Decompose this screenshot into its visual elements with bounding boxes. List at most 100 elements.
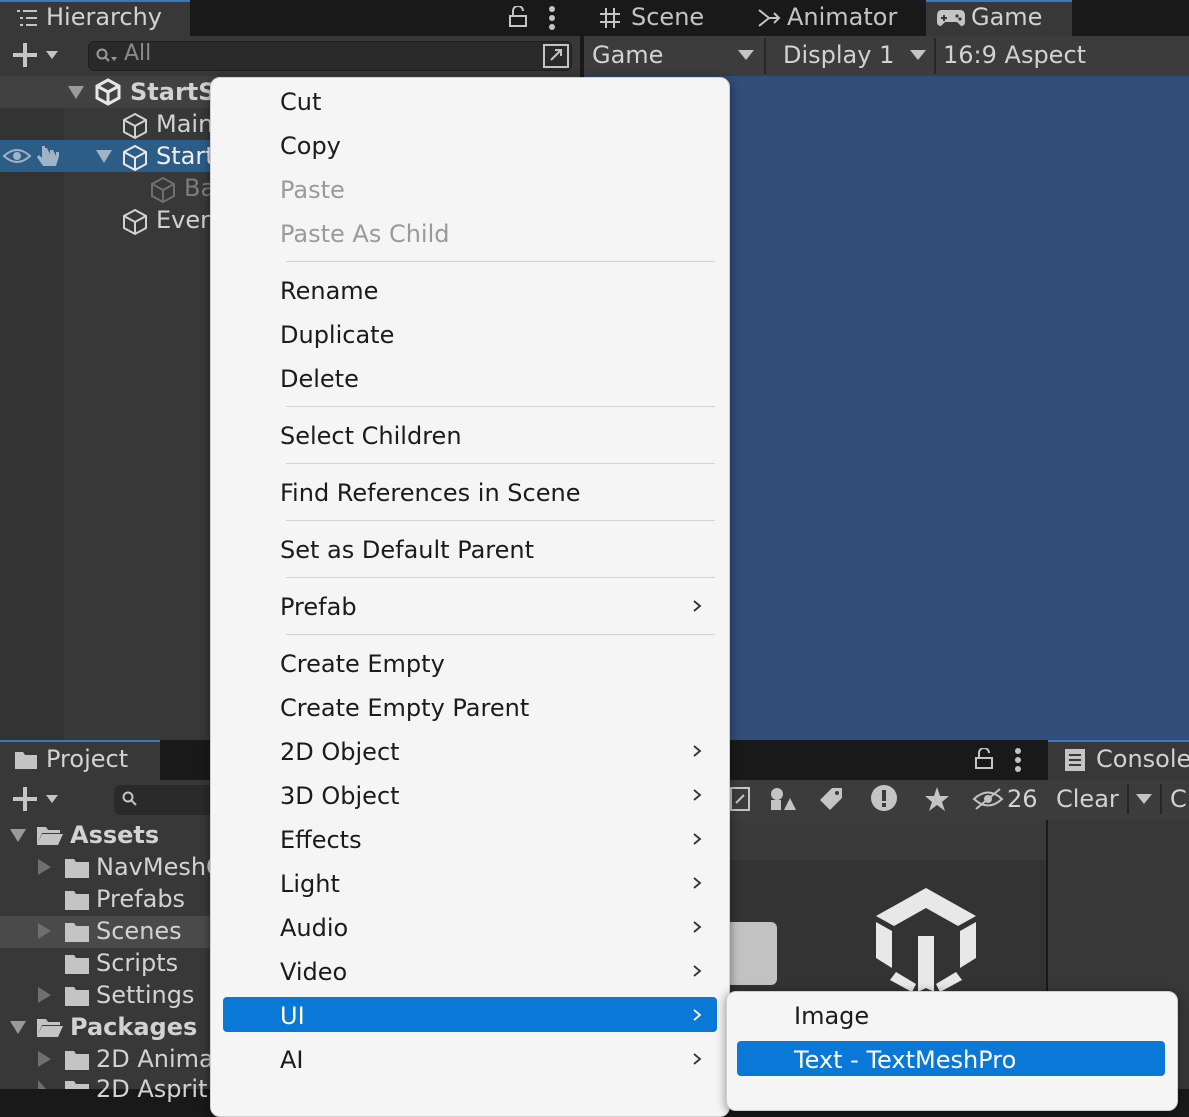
toolbar-divider bbox=[1127, 784, 1129, 814]
gameobject-cube-icon bbox=[150, 176, 176, 204]
scene-search-icon[interactable] bbox=[730, 786, 752, 812]
menu-item-rename[interactable]: Rename bbox=[280, 277, 378, 305]
chevron-right-icon bbox=[690, 1052, 704, 1066]
expand-arrow-icon[interactable] bbox=[10, 829, 26, 843]
toolbar-divider bbox=[764, 38, 766, 74]
menu-item-select-children[interactable]: Select Children bbox=[280, 422, 462, 450]
console-collapse-button[interactable]: C bbox=[1170, 785, 1187, 813]
menu-item-create-empty[interactable]: Create Empty bbox=[280, 650, 445, 678]
project-tree-label: Assets bbox=[70, 821, 160, 849]
gameobject-cube-icon bbox=[122, 112, 148, 140]
console-clear-button[interactable]: Clear bbox=[1056, 785, 1119, 813]
open-folder-icon bbox=[36, 1017, 64, 1039]
expand-arrow-icon[interactable] bbox=[96, 150, 112, 164]
chevron-right-icon bbox=[690, 876, 704, 890]
hierarchy-tab-label: Hierarchy bbox=[46, 3, 163, 31]
menu-item-copy[interactable]: Copy bbox=[280, 132, 341, 160]
project-tree-label: NavMeshC bbox=[96, 853, 223, 881]
chevron-down-icon bbox=[910, 50, 926, 60]
chevron-right-icon bbox=[690, 964, 704, 978]
menu-item-ai[interactable]: AI bbox=[280, 1046, 304, 1074]
tab-animator[interactable]: Animator bbox=[787, 3, 897, 31]
menu-item-video[interactable]: Video bbox=[280, 958, 347, 986]
gameobject-cube-icon bbox=[122, 208, 148, 236]
folder-icon bbox=[64, 921, 90, 943]
pick-hand-icon[interactable] bbox=[36, 144, 62, 168]
scene-visibility-toggle-icon[interactable] bbox=[542, 43, 570, 69]
gamepad-icon bbox=[936, 8, 966, 28]
eye-icon[interactable] bbox=[2, 146, 32, 166]
display-dropdown[interactable]: Display 1 bbox=[783, 41, 894, 69]
hidden-eye-icon[interactable] bbox=[972, 788, 1004, 810]
folder-icon bbox=[14, 750, 38, 770]
chevron-right-icon bbox=[690, 832, 704, 846]
submenu-item-text-textmeshpro[interactable]: Text - TextMeshPro bbox=[794, 1046, 1016, 1074]
project-tree-label: Packages bbox=[70, 1013, 198, 1041]
expand-arrow-icon[interactable] bbox=[68, 86, 84, 100]
aspect-dropdown[interactable]: 16:9 Aspect bbox=[943, 41, 1086, 69]
folder-icon bbox=[64, 1079, 90, 1089]
asset-thumbnail[interactable] bbox=[730, 922, 777, 985]
chevron-down-icon[interactable] bbox=[1136, 794, 1152, 804]
folder-icon bbox=[64, 985, 90, 1007]
filter-by-type-icon[interactable] bbox=[768, 786, 796, 812]
menu-item-find-references[interactable]: Find References in Scene bbox=[280, 479, 580, 507]
menu-item-cut[interactable]: Cut bbox=[280, 88, 321, 116]
open-folder-icon bbox=[36, 825, 64, 847]
tab-game-label: Game bbox=[971, 3, 1043, 31]
folder-icon bbox=[64, 889, 90, 911]
unity-scene-icon bbox=[94, 78, 122, 106]
kebab-menu-icon[interactable] bbox=[548, 5, 556, 31]
search-icon bbox=[96, 48, 118, 64]
star-icon[interactable] bbox=[924, 786, 950, 812]
menu-item-duplicate[interactable]: Duplicate bbox=[280, 321, 394, 349]
folder-icon bbox=[64, 953, 90, 975]
lock-icon[interactable] bbox=[508, 6, 528, 28]
toolbar-divider bbox=[934, 38, 936, 74]
project-tab-label: Project bbox=[46, 745, 129, 773]
lock-icon[interactable] bbox=[974, 748, 994, 770]
project-content-header bbox=[730, 820, 1046, 860]
warning-filter-icon[interactable] bbox=[870, 784, 898, 812]
animator-icon bbox=[757, 6, 781, 30]
menu-separator bbox=[286, 634, 715, 635]
menu-item-light[interactable]: Light bbox=[280, 870, 340, 898]
menu-item-set-default-parent[interactable]: Set as Default Parent bbox=[280, 536, 534, 564]
kebab-menu-icon[interactable] bbox=[1014, 747, 1022, 773]
project-tree-label: Scenes bbox=[96, 917, 182, 945]
project-tree-label: Settings bbox=[96, 981, 195, 1009]
menu-item-create-empty-parent[interactable]: Create Empty Parent bbox=[280, 694, 529, 722]
expand-arrow-icon[interactable] bbox=[10, 1021, 26, 1035]
tab-scene[interactable]: Scene bbox=[631, 3, 704, 31]
menu-item-ui[interactable]: UI bbox=[280, 1002, 305, 1030]
collapsed-arrow-icon[interactable] bbox=[38, 923, 52, 939]
submenu-item-image[interactable]: Image bbox=[794, 1002, 869, 1030]
filter-by-label-icon[interactable] bbox=[818, 786, 844, 812]
add-asset-button[interactable] bbox=[12, 786, 64, 812]
add-object-button[interactable] bbox=[12, 42, 64, 68]
chevron-right-icon bbox=[690, 788, 704, 802]
menu-item-delete[interactable]: Delete bbox=[280, 365, 359, 393]
chevron-right-icon bbox=[690, 920, 704, 934]
search-placeholder: All bbox=[124, 41, 152, 66]
gameobject-cube-icon bbox=[122, 144, 148, 172]
menu-item-audio[interactable]: Audio bbox=[280, 914, 348, 942]
collapsed-arrow-icon[interactable] bbox=[38, 1051, 52, 1067]
game-view-dropdown[interactable]: Game bbox=[592, 41, 663, 69]
hierarchy-search-input[interactable] bbox=[88, 41, 572, 71]
hash-icon bbox=[598, 6, 622, 30]
collapsed-arrow-icon[interactable] bbox=[38, 987, 52, 1003]
chevron-right-icon bbox=[690, 599, 704, 613]
collapsed-arrow-icon[interactable] bbox=[38, 1080, 52, 1089]
chevron-right-icon bbox=[690, 744, 704, 758]
menu-item-prefab[interactable]: Prefab bbox=[280, 593, 357, 621]
project-tree-label: Scripts bbox=[96, 949, 179, 977]
chevron-right-icon bbox=[690, 1008, 704, 1022]
collapsed-arrow-icon[interactable] bbox=[38, 859, 52, 875]
menu-item-effects[interactable]: Effects bbox=[280, 826, 362, 854]
menu-item-2d-object[interactable]: 2D Object bbox=[280, 738, 400, 766]
menu-item-3d-object[interactable]: 3D Object bbox=[280, 782, 400, 810]
hierarchy-list-icon bbox=[16, 8, 38, 28]
console-icon bbox=[1064, 748, 1086, 772]
chevron-down-icon bbox=[738, 50, 754, 60]
